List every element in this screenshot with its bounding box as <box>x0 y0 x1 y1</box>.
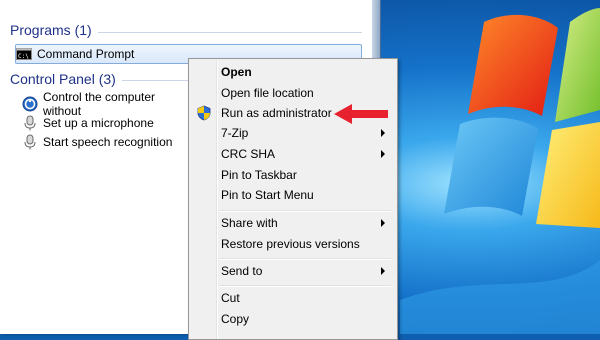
windows-logo <box>400 8 600 334</box>
heading-divider <box>98 32 362 33</box>
programs-heading[interactable]: Programs (1) <box>10 22 92 38</box>
result-speech-recognition[interactable]: Start speech recognition <box>22 133 192 151</box>
result-control-computer[interactable]: Control the computer without <box>22 90 192 118</box>
menu-item-open-file-location[interactable]: Open file location <box>191 83 395 103</box>
submenu-arrow-icon <box>381 150 385 158</box>
menu-item-restore-previous-versions[interactable]: Restore previous versions <box>191 234 395 254</box>
menu-item-share-with[interactable]: Share with <box>191 213 395 233</box>
microphone-icon <box>22 134 38 150</box>
menu-item-cut[interactable]: Cut <box>191 288 395 308</box>
cmd-icon: C:\ <box>16 46 32 62</box>
microphone-icon <box>22 115 38 131</box>
submenu-arrow-icon <box>381 267 385 275</box>
menu-item-copy[interactable]: Copy <box>191 309 395 329</box>
menu-separator <box>219 210 391 212</box>
menu-item-send-to[interactable]: Send to <box>191 261 395 281</box>
menu-separator <box>219 258 391 260</box>
result-setup-microphone[interactable]: Set up a microphone <box>22 114 192 132</box>
result-label: Command Prompt <box>37 47 135 61</box>
menu-item-7zip[interactable]: 7-Zip <box>191 123 395 143</box>
red-arrow-annotation <box>334 104 388 124</box>
control-panel-heading[interactable]: Control Panel (3) <box>10 71 116 87</box>
menu-item-pin-to-taskbar[interactable]: Pin to Taskbar <box>191 165 395 185</box>
svg-text:C:\: C:\ <box>18 53 29 60</box>
result-label: Start speech recognition <box>43 135 173 149</box>
result-label: Set up a microphone <box>43 116 154 130</box>
context-menu: Open Open file location Run as administr… <box>188 58 398 340</box>
ease-of-access-icon <box>22 96 38 112</box>
menu-separator <box>219 285 391 287</box>
submenu-arrow-icon <box>381 129 385 137</box>
menu-item-crc-sha[interactable]: CRC SHA <box>191 144 395 164</box>
heading-divider <box>122 80 188 81</box>
menu-item-open[interactable]: Open <box>191 62 395 82</box>
submenu-arrow-icon <box>381 219 385 227</box>
uac-shield-icon <box>196 105 212 121</box>
menu-item-pin-to-start-menu[interactable]: Pin to Start Menu <box>191 185 395 205</box>
